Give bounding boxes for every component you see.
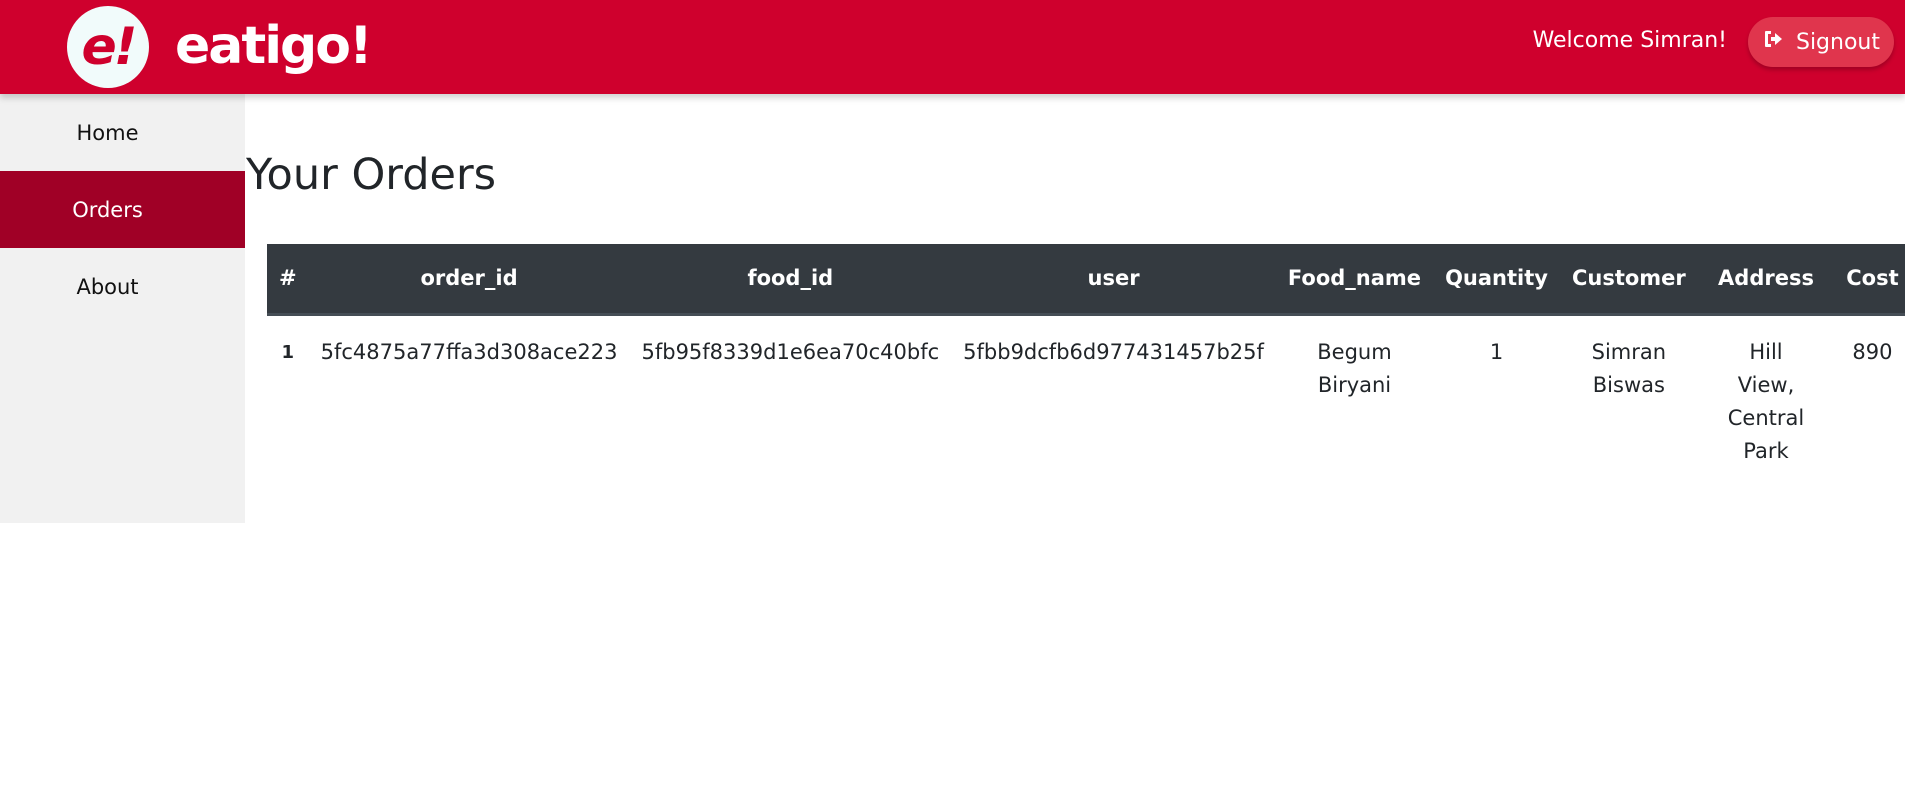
sidebar-item-about[interactable]: About bbox=[0, 248, 245, 325]
sidebar-item-label: Home bbox=[76, 120, 139, 145]
column-header-order-id: order_id bbox=[308, 244, 630, 316]
cell-quantity: 1 bbox=[1489, 339, 1504, 364]
column-header-food-name: Food_name bbox=[1275, 244, 1434, 316]
brand-name[interactable]: eatigo! bbox=[175, 10, 373, 82]
sidebar-item-home[interactable]: Home bbox=[0, 94, 245, 171]
signout-button[interactable]: Signout bbox=[1748, 17, 1894, 67]
sidebar-item-label: Orders bbox=[72, 197, 143, 222]
column-header-customer: Customer bbox=[1559, 244, 1698, 316]
cell-index: 1 bbox=[281, 341, 295, 363]
cell-customer: Simran Biswas bbox=[1591, 339, 1667, 397]
column-header-user: user bbox=[951, 244, 1276, 316]
page-title: Your Orders bbox=[246, 150, 497, 200]
orders-table: # order_id food_id user Food_name Quanti… bbox=[267, 244, 1905, 480]
cell-food-name: Begum Biryani bbox=[1317, 339, 1392, 397]
column-header-address: Address bbox=[1697, 244, 1835, 316]
sidebar-item-orders[interactable]: Orders bbox=[0, 171, 245, 248]
cell-user: 5fbb9dcfb6d977431457b25f bbox=[963, 339, 1264, 364]
column-header-index: # bbox=[267, 244, 309, 316]
sidebar: Home Orders About bbox=[0, 94, 245, 523]
sidebar-item-label: About bbox=[76, 274, 139, 299]
logo-icon[interactable]: e! bbox=[67, 6, 149, 88]
top-header: e! eatigo! Welcome Simran! Signout bbox=[0, 0, 1905, 94]
cell-cost: 890 bbox=[1852, 339, 1893, 364]
cell-address: Hill View, Central Park bbox=[1727, 339, 1805, 463]
column-header-food-id: food_id bbox=[629, 244, 952, 316]
welcome-message: Welcome Simran! bbox=[1532, 28, 1727, 53]
table-row: 1 5fc4875a77ffa3d308ace223 5fb95f8339d1e… bbox=[267, 314, 1905, 480]
table-header: # order_id food_id user Food_name Quanti… bbox=[267, 244, 1905, 316]
column-header-quantity: Quantity bbox=[1433, 244, 1560, 316]
column-header-cost: Cost bbox=[1834, 244, 1905, 316]
cell-food-id: 5fb95f8339d1e6ea70c40bfc bbox=[641, 339, 940, 364]
cell-order-id: 5fc4875a77ffa3d308ace223 bbox=[320, 339, 618, 364]
signout-icon bbox=[1762, 27, 1786, 57]
signout-label: Signout bbox=[1795, 29, 1880, 55]
